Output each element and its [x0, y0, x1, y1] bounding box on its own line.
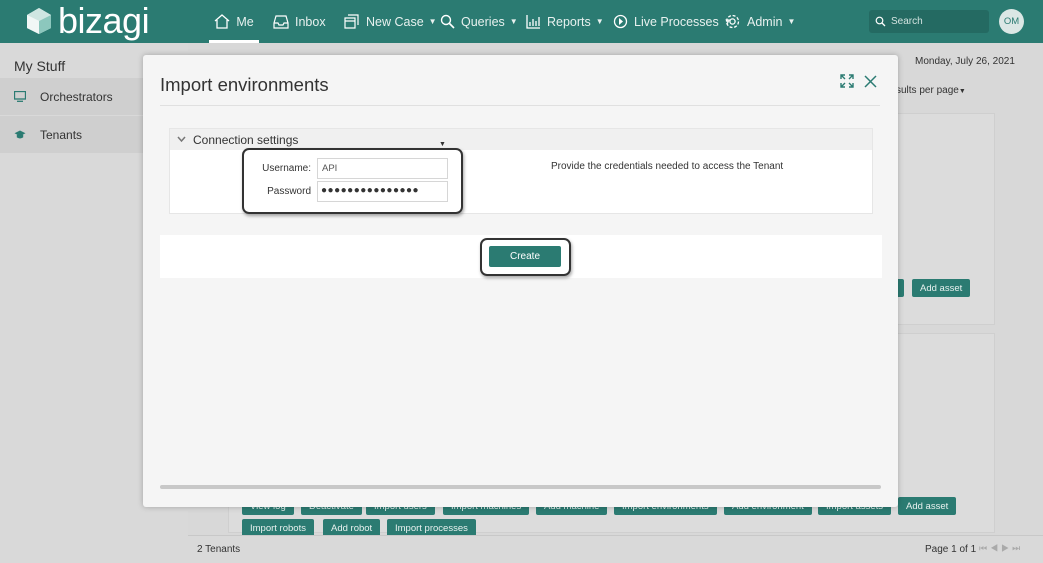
- gear-icon: [725, 14, 740, 29]
- home-icon: [214, 14, 230, 29]
- search-icon: [440, 14, 455, 29]
- nav-inbox-label: Inbox: [295, 14, 326, 29]
- avatar[interactable]: OM: [999, 9, 1024, 34]
- tenant-count: 2 Tenants: [197, 544, 241, 555]
- search-input[interactable]: [891, 16, 986, 27]
- monitor-icon: [14, 91, 26, 102]
- section-title: Connection settings: [193, 132, 299, 147]
- nav-admin-label: Admin: [747, 14, 783, 29]
- bizagi-logo[interactable]: bizagi: [26, 0, 150, 41]
- sidebar-item-label: Tenants: [40, 127, 83, 142]
- add-asset-button[interactable]: Add asset: [898, 497, 957, 515]
- chevron-down-icon: ▼: [787, 17, 796, 26]
- current-date: Monday, July 26, 2021: [915, 56, 1015, 67]
- chevron-down-icon: ▼: [958, 88, 966, 95]
- results-per-page-dropdown[interactable]: sults per page▼: [896, 85, 966, 96]
- chevron-down-icon: ▼: [428, 17, 437, 26]
- nav-new-case-label: New Case: [366, 14, 424, 29]
- footer-bar: 2 Tenants Page 1 of 1 ⏮◀▶⏭: [188, 535, 1043, 563]
- bizagi-logo-icon: [27, 8, 51, 34]
- chevron-down-icon: ▼: [439, 141, 446, 148]
- sidebar-item-label: Orchestrators: [40, 89, 113, 104]
- nav-reports[interactable]: Reports ▼: [526, 0, 604, 43]
- page-indicator: Page 1 of 1: [925, 544, 977, 555]
- nav-me-label: Me: [236, 14, 254, 29]
- maximize-icon[interactable]: [840, 74, 856, 90]
- title-divider: [160, 105, 880, 106]
- graduation-cap-icon: [14, 130, 26, 138]
- bar-chart-icon: [526, 15, 540, 29]
- top-navigation-bar: bizagi Me Inbox New Case ▼ Queries ▼ Repor…: [0, 0, 1043, 43]
- create-highlight: [480, 238, 571, 276]
- nav-inbox[interactable]: Inbox: [273, 0, 326, 43]
- results-per-page-label: sults per page: [896, 85, 959, 96]
- nav-reports-label: Reports: [547, 14, 591, 29]
- nav-me[interactable]: Me: [209, 0, 259, 43]
- chevron-down-icon: ▼: [509, 17, 518, 26]
- nav-admin[interactable]: Admin ▼: [724, 0, 795, 43]
- live-process-icon: [613, 14, 628, 29]
- pagination-arrows[interactable]: ⏮◀▶⏭: [979, 543, 1023, 554]
- connection-settings-header[interactable]: Connection settings: [170, 129, 872, 150]
- horizontal-scrollbar[interactable]: [160, 485, 881, 489]
- add-asset-button[interactable]: Add asset: [912, 279, 971, 297]
- search-box[interactable]: [869, 10, 989, 33]
- search-icon: [875, 16, 886, 27]
- credentials-hint: Provide the credentials needed to access…: [551, 161, 784, 172]
- sidebar-title: My Stuff: [14, 58, 66, 74]
- nav-live-processes[interactable]: Live Processes ▼: [613, 0, 732, 43]
- import-environments-dialog: Import environments Connection settings …: [143, 55, 898, 507]
- inbox-icon: [273, 14, 289, 29]
- new-case-icon: [344, 14, 359, 29]
- chevron-down-icon: ▼: [595, 17, 604, 26]
- nav-live-processes-label: Live Processes: [634, 14, 719, 29]
- dialog-title: Import environments: [160, 74, 329, 95]
- credentials-highlight: [242, 148, 463, 214]
- nav-new-case[interactable]: New Case ▼: [344, 0, 437, 43]
- nav-queries-label: Queries: [461, 14, 505, 29]
- nav-queries[interactable]: Queries ▼: [440, 0, 518, 43]
- chevron-down-icon: [177, 136, 186, 143]
- close-icon[interactable]: [864, 75, 880, 91]
- brand-name: bizagi: [58, 0, 150, 41]
